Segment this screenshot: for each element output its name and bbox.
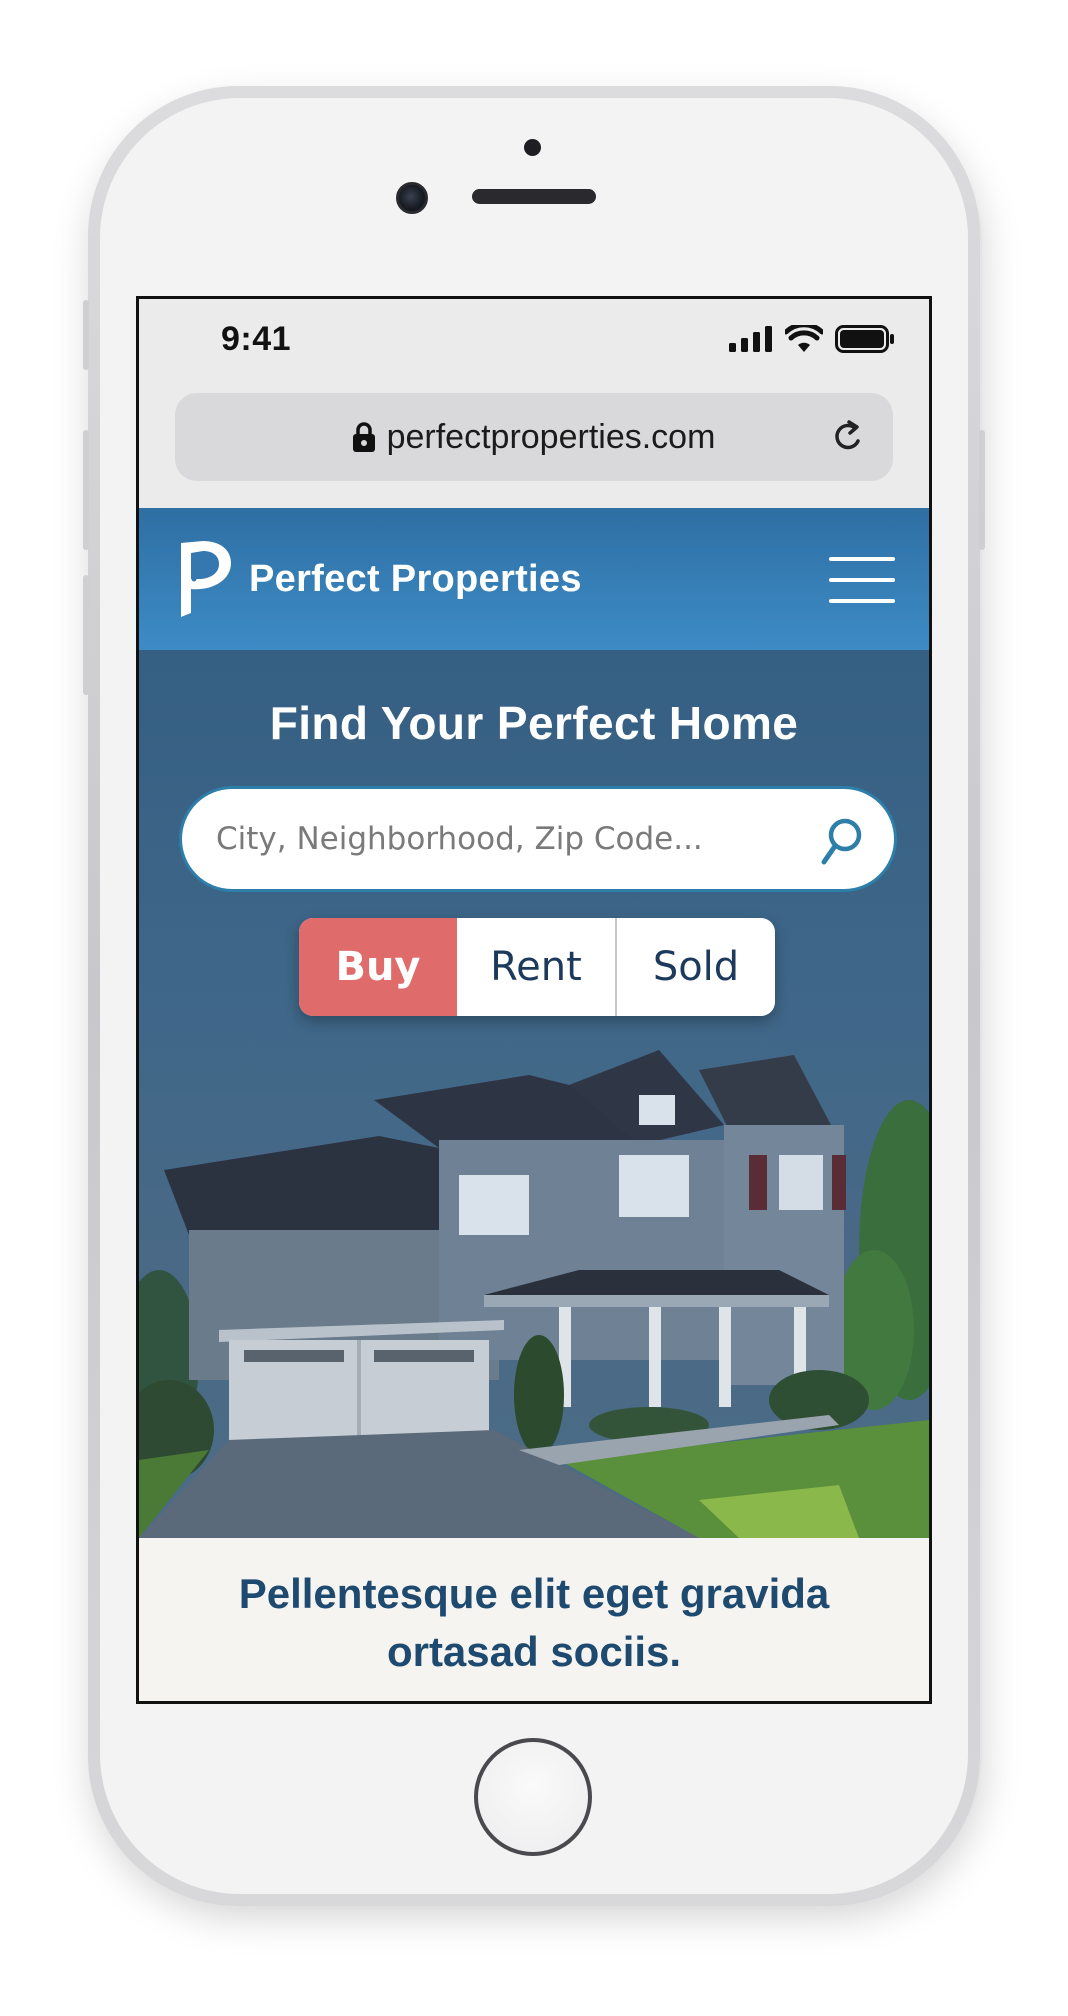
hero-section: Find Your Perfect Home Buy Rent Sold (139, 650, 929, 1538)
perfect-properties-logo[interactable] (177, 539, 233, 619)
tagline-section: Pellentesque elit eget gravida ortasad s… (139, 1538, 929, 1701)
status-time: 9:41 (221, 319, 292, 358)
lock-icon (352, 422, 375, 452)
search-icon[interactable] (820, 817, 864, 867)
front-camera (396, 182, 428, 214)
status-icons (729, 325, 895, 353)
listing-type-toggle: Buy Rent Sold (299, 918, 775, 1016)
sold-tab[interactable]: Sold (617, 918, 775, 1016)
tagline-text: Pellentesque elit eget gravida ortasad s… (238, 1569, 830, 1675)
url-text: perfectproperties.com (386, 417, 716, 456)
hero-title: Find Your Perfect Home (269, 697, 799, 749)
mute-switch (83, 300, 89, 370)
power-button (979, 430, 985, 550)
volume-down-button (83, 575, 89, 695)
signal-icon (729, 326, 772, 352)
address-bar[interactable]: perfectproperties.com (175, 393, 893, 481)
proximity-sensor (524, 139, 541, 156)
rent-tab[interactable]: Rent (457, 918, 617, 1016)
hamburger-menu-icon[interactable] (829, 557, 895, 603)
brand-name: Perfect Properties (249, 557, 582, 600)
house-photo (139, 1050, 929, 1538)
home-button[interactable] (474, 1738, 592, 1856)
status-bar: 9:41 (139, 299, 929, 379)
wifi-icon (785, 325, 823, 352)
search-input[interactable] (216, 821, 816, 857)
buy-tab[interactable]: Buy (299, 918, 457, 1016)
battery-icon (835, 325, 894, 353)
volume-up-button (83, 430, 89, 550)
phone-screen: 9:41 perfectproperties.com Perfect Prope… (136, 296, 932, 1704)
site-header: Perfect Properties (139, 508, 929, 650)
reload-icon[interactable] (831, 419, 865, 455)
earpiece-speaker (472, 189, 596, 204)
search-box (179, 786, 897, 892)
